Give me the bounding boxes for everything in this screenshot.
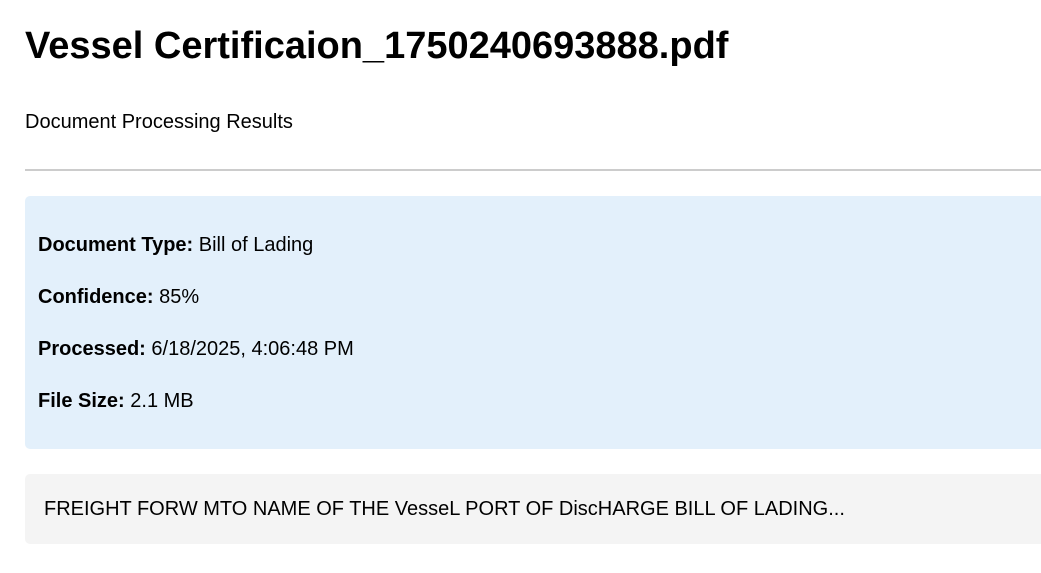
extracted-text-panel: FREIGHT FORW MTO NAME OF THE VesseL PORT… <box>25 474 1041 544</box>
file-size-value: 2.1 MB <box>130 390 194 412</box>
document-type-value: Bill of Lading <box>198 234 314 256</box>
document-type-row: Document Type: Bill of Lading <box>38 233 313 257</box>
confidence-value: 85% <box>159 286 200 308</box>
results-page: Vessel Certificaion_1750240693888.pdf Do… <box>0 0 1041 573</box>
file-size-label: File Size: <box>38 390 125 412</box>
file-size-row: File Size: 2.1 MB <box>38 389 194 413</box>
divider <box>25 169 1041 171</box>
confidence-row: Confidence: 85% <box>38 285 199 309</box>
page-title: Vessel Certificaion_1750240693888.pdf <box>25 25 729 67</box>
page-subtitle: Document Processing Results <box>25 111 293 133</box>
processed-row: Processed: 6/18/2025, 4:06:48 PM <box>38 337 354 361</box>
processed-value: 6/18/2025, 4:06:48 PM <box>151 338 354 360</box>
extracted-text: FREIGHT FORW MTO NAME OF THE VesseL PORT… <box>44 498 845 520</box>
processed-label: Processed: <box>38 338 146 360</box>
confidence-label: Confidence: <box>38 286 154 308</box>
document-type-label: Document Type: <box>38 234 194 256</box>
document-info-panel: Document Type: Bill of Lading Confidence… <box>25 196 1041 449</box>
